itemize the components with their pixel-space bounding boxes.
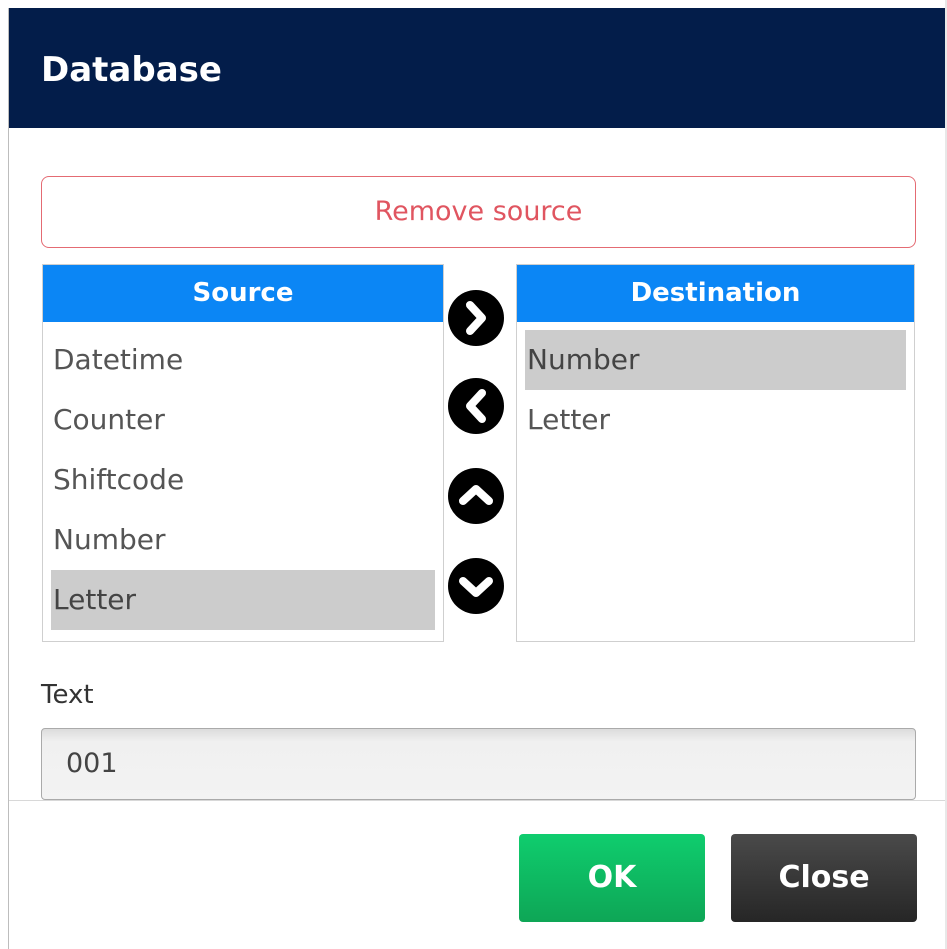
close-button[interactable]: Close <box>731 834 917 922</box>
destination-list: Destination Number Letter <box>516 264 915 642</box>
source-item-number[interactable]: Number <box>51 510 435 570</box>
source-item-shiftcode[interactable]: Shiftcode <box>51 450 435 510</box>
destination-item-letter[interactable]: Letter <box>525 390 906 450</box>
arrow-right-icon <box>466 301 486 335</box>
remove-source-button[interactable]: Remove source <box>41 176 916 248</box>
dialog-title: Database <box>41 50 222 90</box>
arrow-up-icon <box>459 485 493 505</box>
database-dialog: Database Remove source Source Datetime C… <box>8 8 947 949</box>
move-right-button[interactable] <box>448 290 504 346</box>
move-up-button[interactable] <box>448 468 504 524</box>
arrow-down-icon <box>459 577 493 597</box>
text-field-label: Text <box>41 680 94 710</box>
transfer-arrows <box>445 264 515 642</box>
source-list: Source Datetime Counter Shiftcode Number… <box>42 264 444 642</box>
destination-list-header: Destination <box>517 265 914 322</box>
destination-item-number[interactable]: Number <box>525 330 906 390</box>
source-item-counter[interactable]: Counter <box>51 390 435 450</box>
source-item-datetime[interactable]: Datetime <box>51 330 435 390</box>
source-item-letter[interactable]: Letter <box>51 570 435 630</box>
text-field-input[interactable]: 001 <box>41 728 916 800</box>
arrow-left-icon <box>466 389 486 423</box>
ok-button[interactable]: OK <box>519 834 705 922</box>
move-down-button[interactable] <box>448 558 504 614</box>
footer-divider <box>9 800 947 801</box>
dialog-titlebar: Database <box>9 8 947 128</box>
source-list-header: Source <box>43 265 443 322</box>
move-left-button[interactable] <box>448 378 504 434</box>
